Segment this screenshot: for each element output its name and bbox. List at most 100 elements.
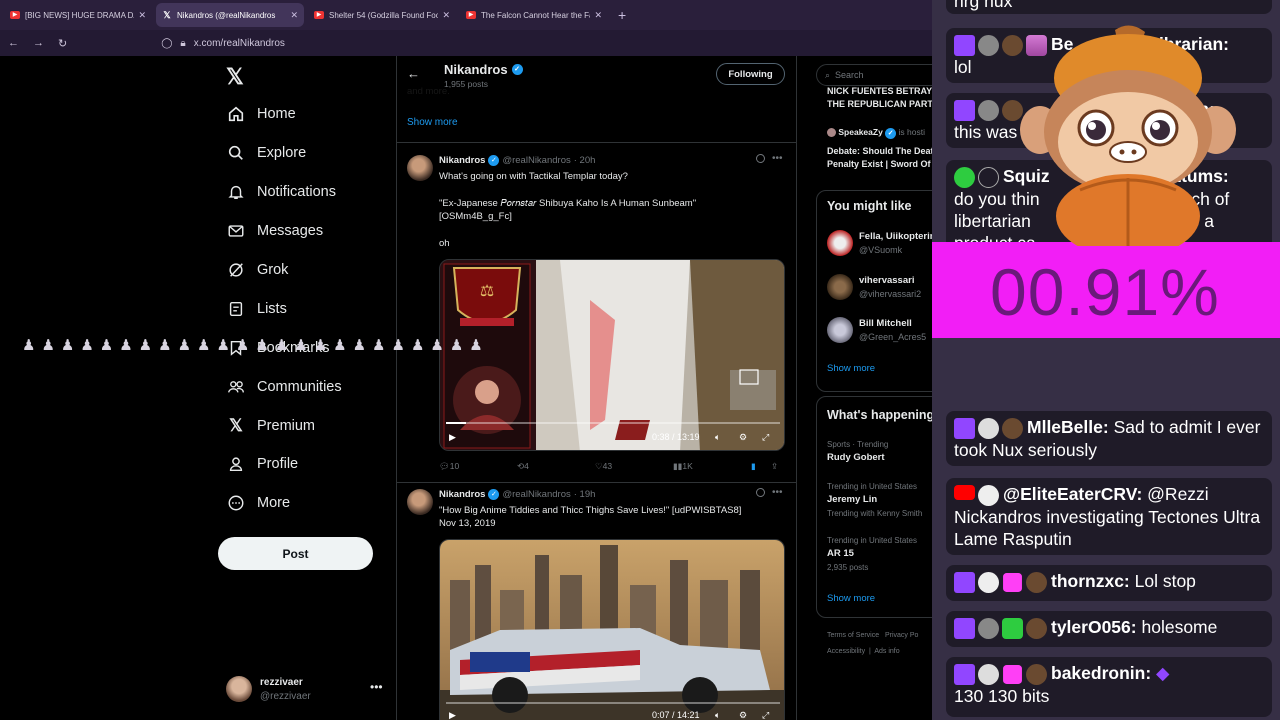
x-logo-icon[interactable]: 𝕏 bbox=[226, 64, 244, 90]
sidebar-item-lists[interactable]: Lists bbox=[226, 299, 287, 319]
avatar bbox=[978, 484, 999, 506]
tweet-author-handle[interactable]: @realNikandros bbox=[502, 155, 570, 166]
tweet-author-handle[interactable]: @realNikandros bbox=[502, 489, 570, 500]
sidebar-item-notifications[interactable]: Notifications bbox=[226, 182, 336, 202]
chat-message: nrg nux bbox=[946, 0, 1272, 14]
verified-icon: ✓ bbox=[488, 489, 500, 500]
back-arrow-icon[interactable]: ← bbox=[407, 66, 420, 81]
video-player[interactable]: ▶ 0:07 / 14:21 🔈︎ ⚙ ⤢ bbox=[439, 539, 785, 720]
views-button[interactable]: ▮▮ 1K bbox=[673, 461, 693, 472]
footer-link[interactable]: Accessibility bbox=[827, 648, 865, 655]
new-tab-button[interactable]: + bbox=[618, 7, 626, 23]
svg-text:⚖: ⚖ bbox=[480, 281, 494, 300]
browser-tab-active[interactable]: 𝕏 Nikandros (@realNikandros ✕ bbox=[156, 3, 304, 27]
close-icon[interactable]: ✕ bbox=[594, 10, 602, 21]
youtube-icon bbox=[954, 484, 975, 500]
video-player[interactable]: ⚖ ▶ 0:38 / 13:19 🔈︎ ⚙ ⤢ bbox=[439, 259, 785, 451]
volume-icon[interactable]: 🔈︎ bbox=[715, 432, 720, 443]
emote-icon bbox=[1026, 571, 1047, 593]
search-input[interactable]: ⌕ Search bbox=[816, 64, 932, 86]
avatar[interactable] bbox=[407, 489, 433, 515]
gear-icon[interactable]: ⚙ bbox=[739, 432, 747, 443]
sidebar-item-premium[interactable]: 𝕏 Premium bbox=[226, 416, 315, 436]
close-icon[interactable]: ✕ bbox=[138, 10, 146, 21]
browser-tab-bar: ▶ [BIG NEWS] HUGE DRAMA DAY ✕ 𝕏 Nikandros (… bbox=[0, 0, 932, 30]
space-host[interactable]: SpeakeaZy ✓ is hosti bbox=[827, 127, 925, 139]
browser-tab[interactable]: ▶ The Falcon Cannot Hear the Falc ✕ bbox=[460, 3, 608, 27]
tweet-time[interactable]: · 20h bbox=[574, 155, 596, 166]
youtube-icon: ▶ bbox=[314, 11, 324, 19]
share-icon[interactable]: ⇪ bbox=[771, 461, 778, 472]
footer-link[interactable]: Privacy Po bbox=[885, 632, 918, 639]
tweet-author-name[interactable]: Nikandros bbox=[439, 489, 485, 500]
sidebar-item-home[interactable]: Home bbox=[226, 104, 296, 124]
sidebar-item-more[interactable]: More bbox=[226, 493, 290, 513]
panel-title: You might like bbox=[827, 199, 912, 213]
chat-message: tylerO056: holesome bbox=[946, 611, 1272, 647]
play-icon[interactable]: ▶ bbox=[449, 432, 456, 443]
trend-item[interactable]: Trending in United States Jeremy Lin Tre… bbox=[827, 482, 922, 518]
space-title-fragment: NICK FUENTES BETRAYS bbox=[827, 86, 932, 96]
percent-overlay: 00.91% bbox=[932, 242, 1280, 338]
more-dots-icon[interactable]: ••• bbox=[370, 680, 383, 694]
footer-links: Accessibility | Ads info bbox=[827, 648, 900, 655]
space-title[interactable]: Penalty Exist | Sword Of Dea bbox=[827, 159, 932, 169]
sidebar-item-messages[interactable]: Messages bbox=[226, 221, 323, 241]
fullscreen-icon[interactable]: ⤢ bbox=[762, 710, 769, 720]
trend-item[interactable]: Trending in United States AR 15 2,935 po… bbox=[827, 536, 917, 572]
sidebar-item-explore[interactable]: Explore bbox=[226, 143, 306, 163]
space-title[interactable]: Debate: Should The Death bbox=[827, 146, 932, 156]
suggestion-item[interactable]: Bill Mitchell @Green_Acres5 bbox=[827, 315, 932, 345]
search-icon: ⌕ bbox=[825, 69, 831, 80]
suggestion-item[interactable]: Fella, Uiikopterin @VSuomk bbox=[827, 228, 932, 258]
browser-tab[interactable]: ▶ [BIG NEWS] HUGE DRAMA DAY ✕ bbox=[4, 3, 152, 27]
gear-icon[interactable]: ⚙ bbox=[739, 710, 747, 720]
following-button[interactable]: Following bbox=[716, 63, 785, 85]
sidebar-item-communities[interactable]: Communities bbox=[226, 377, 342, 397]
grok-icon bbox=[226, 260, 246, 280]
footer-link[interactable]: Ads info bbox=[874, 648, 899, 655]
bookmark-icon[interactable]: ▮ bbox=[751, 461, 756, 472]
more-dots-icon[interactable]: ••• bbox=[772, 487, 783, 498]
show-more-link[interactable]: Show more bbox=[407, 117, 458, 128]
twitch-icon bbox=[954, 34, 975, 56]
sidebar-item-grok[interactable]: Grok bbox=[226, 260, 288, 280]
trend-item[interactable]: Sports · Trending Rudy Gobert bbox=[827, 440, 888, 463]
avatar bbox=[978, 571, 999, 593]
fullscreen-icon[interactable]: ⤢ bbox=[762, 432, 769, 443]
post-button[interactable]: Post bbox=[218, 537, 373, 570]
video-controls: ▶ 0:38 / 13:19 🔈︎ ⚙ ⤢ bbox=[440, 424, 784, 450]
like-button[interactable]: ♡ 43 bbox=[595, 461, 612, 472]
space-title-fragment: THE REPUBLICAN PARTY bbox=[827, 99, 932, 109]
grok-icon[interactable] bbox=[756, 488, 765, 497]
reload-icon[interactable]: ↻ bbox=[58, 37, 67, 50]
grok-icon[interactable] bbox=[756, 154, 765, 163]
address-field[interactable]: ◯ 🔒︎ x.com/realNikandros bbox=[161, 38, 285, 49]
more-dots-icon[interactable]: ••• bbox=[772, 153, 783, 164]
sidebar-item-profile[interactable]: Profile bbox=[226, 454, 298, 474]
account-switcher[interactable]: rezzivaer @rezzivaer ••• bbox=[226, 676, 386, 706]
footer-link[interactable]: Terms of Service bbox=[827, 632, 879, 639]
divider bbox=[397, 482, 796, 483]
reply-button[interactable]: 💬︎ 10 bbox=[439, 461, 459, 472]
youtube-icon: ▶ bbox=[10, 11, 20, 19]
tweet-text: "How Big Anime Tiddies and Thicc Thighs … bbox=[439, 505, 742, 516]
chat-message: thornzxc: Lol stop bbox=[946, 565, 1272, 601]
suggestion-item[interactable]: vihervassari @vihervassari2 bbox=[827, 272, 932, 302]
show-more-link[interactable]: Show more bbox=[827, 363, 875, 374]
play-icon[interactable]: ▶ bbox=[449, 710, 456, 720]
back-arrow-icon[interactable]: ← bbox=[8, 37, 19, 49]
avatar[interactable] bbox=[407, 155, 433, 181]
tweet-author-name[interactable]: Nikandros bbox=[439, 155, 485, 166]
chat-message: bakedronin: ◆ 130 130 bits bbox=[946, 657, 1272, 717]
tweet-time[interactable]: · 19h bbox=[574, 489, 596, 500]
list-icon bbox=[226, 299, 246, 319]
volume-icon[interactable]: 🔈︎ bbox=[715, 710, 720, 720]
close-icon[interactable]: ✕ bbox=[290, 10, 298, 21]
show-more-link[interactable]: Show more bbox=[827, 593, 875, 604]
close-icon[interactable]: ✕ bbox=[442, 10, 450, 21]
forward-arrow-icon[interactable]: → bbox=[33, 37, 44, 49]
avatar bbox=[827, 317, 853, 343]
browser-tab[interactable]: ▶ Shelter 54 (Godzilla Found Foot ✕ bbox=[308, 3, 456, 27]
repost-button[interactable]: ⟲ 4 bbox=[517, 461, 529, 472]
